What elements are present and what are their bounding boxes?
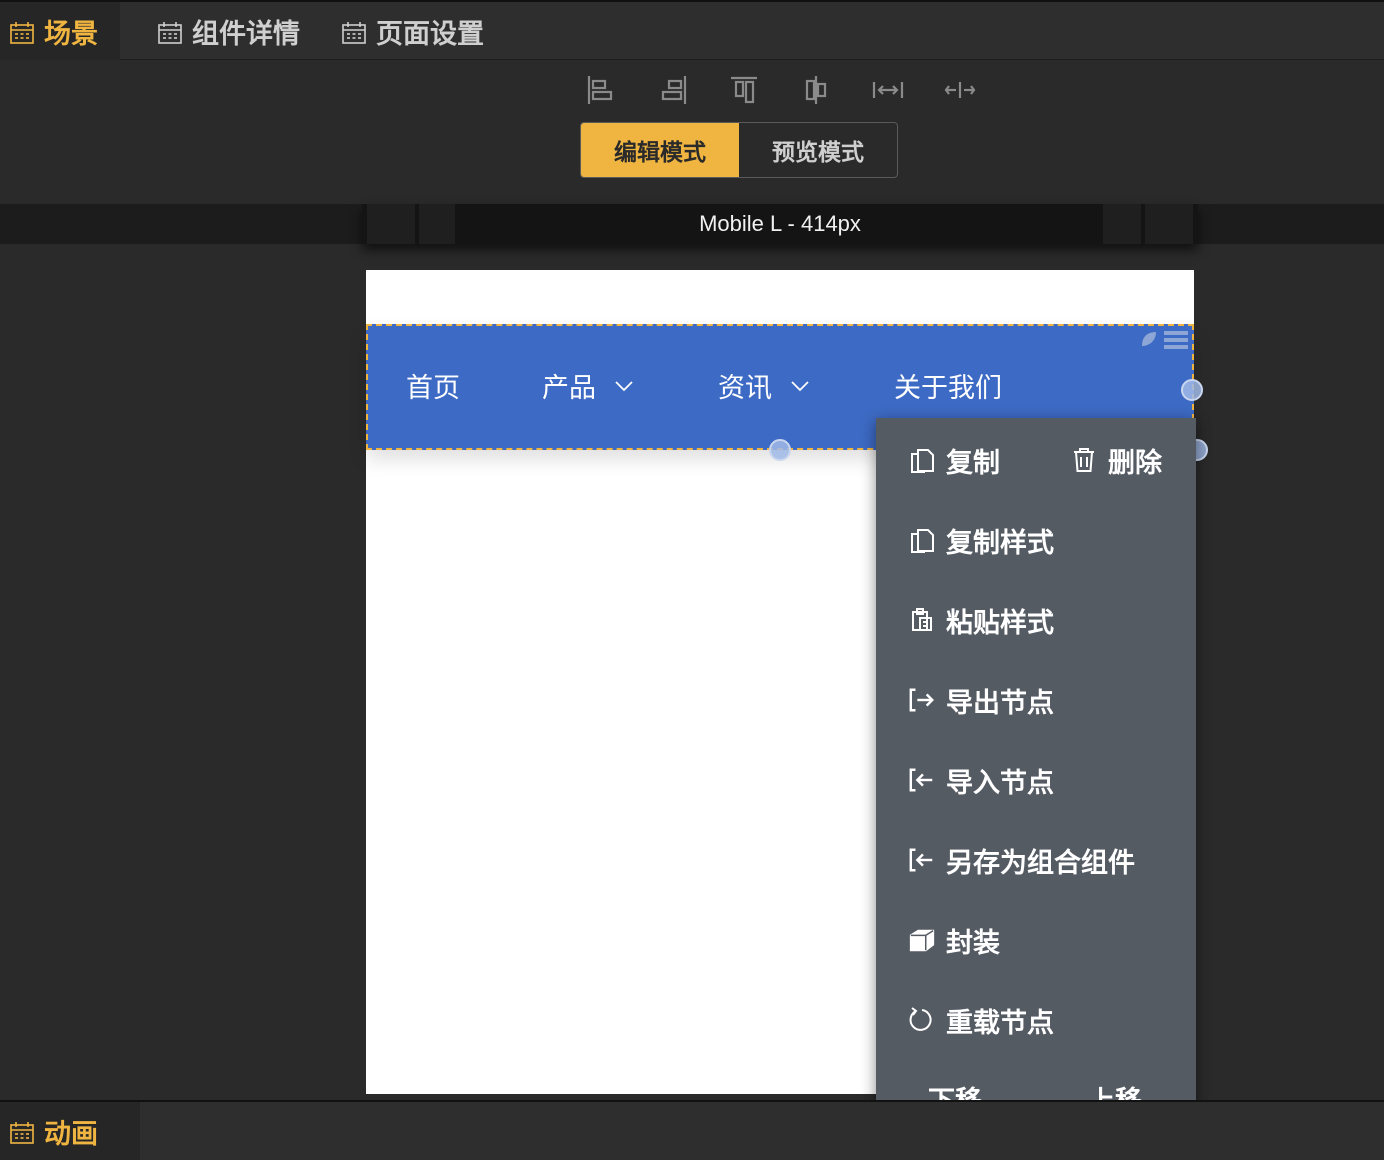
paste-icon	[912, 608, 932, 631]
import-icon	[909, 768, 933, 792]
align-right-icon	[661, 76, 687, 104]
edit-mode-button[interactable]: 编辑模式	[581, 123, 739, 177]
cube-icon	[909, 929, 935, 952]
copy-style-menu-item[interactable]: 复制样式	[908, 520, 1054, 560]
align-right-button[interactable]	[656, 72, 692, 108]
align-top-button[interactable]	[726, 72, 762, 108]
calendar-icon	[342, 20, 366, 44]
component-tools	[1140, 330, 1188, 350]
chevron-down-icon	[615, 380, 633, 391]
calendar-icon	[158, 20, 182, 44]
export-node-menu-item[interactable]: 导出节点	[908, 680, 1054, 720]
calendar-icon	[10, 1120, 34, 1144]
reload-icon	[909, 1007, 932, 1031]
tab-scene[interactable]: 场景	[0, 2, 120, 60]
import-icon	[909, 848, 933, 872]
copy-icon	[911, 449, 934, 473]
calendar-icon	[10, 20, 34, 44]
align-vertical-center-icon	[805, 76, 827, 104]
nav-item-products[interactable]: 产品	[542, 366, 634, 405]
align-vertical-center-button[interactable]	[798, 72, 834, 108]
tab-page-settings-label: 页面设置	[376, 18, 484, 50]
tab-component-details[interactable]: 组件详情	[158, 2, 300, 60]
device-size-tablet[interactable]	[1100, 204, 1144, 244]
bottom-panel-bar: 动画	[0, 1100, 1384, 1160]
align-horizontal-center-icon	[944, 82, 976, 98]
mode-switch: 编辑模式 预览模式	[580, 122, 898, 178]
copy-menu-item[interactable]: 复制	[908, 440, 1000, 480]
nav-item-news[interactable]: 资讯	[718, 366, 810, 405]
nav-item-label: 首页	[406, 373, 460, 404]
distribute-horizontal-icon	[872, 82, 904, 98]
context-menu: 复制 删除 复制样式 粘贴样式 导出节点 导入节点 另存为组合组件 封装 重载节…	[876, 418, 1196, 1138]
reload-node-label: 重载节点	[946, 1007, 1054, 1039]
tab-component-details-label: 组件详情	[192, 18, 300, 50]
tab-page-settings[interactable]: 页面设置	[342, 2, 484, 60]
copy-style-label: 复制样式	[946, 527, 1054, 559]
distribute-horizontal-button[interactable]	[870, 72, 906, 108]
nav-item-label: 产品	[542, 373, 596, 404]
nav-item-home[interactable]: 首页	[406, 366, 460, 405]
resize-handle-bottom[interactable]	[769, 439, 791, 461]
import-node-label: 导入节点	[946, 767, 1054, 799]
align-top-icon	[731, 76, 757, 104]
top-tab-bar: 场景 组件详情 页面设置	[0, 0, 1384, 60]
trash-icon	[1074, 448, 1094, 472]
chevron-down-icon	[791, 380, 809, 391]
align-horizontal-center-button[interactable]	[942, 72, 978, 108]
device-size-mobile-s[interactable]	[364, 204, 418, 244]
import-node-menu-item[interactable]: 导入节点	[908, 760, 1054, 800]
export-node-label: 导出节点	[946, 687, 1054, 719]
paste-style-label: 粘贴样式	[946, 607, 1054, 639]
resize-handle-right[interactable]	[1181, 379, 1203, 401]
tab-animation-label: 动画	[44, 1118, 98, 1150]
leaf-icon[interactable]	[1140, 330, 1158, 348]
preview-mode-button[interactable]: 预览模式	[739, 123, 897, 177]
align-left-button[interactable]	[582, 72, 618, 108]
wrap-menu-item[interactable]: 封装	[908, 920, 1000, 960]
tab-scene-label: 场景	[44, 18, 98, 50]
nav-item-label: 关于我们	[894, 373, 1002, 404]
align-left-icon	[587, 76, 613, 104]
device-size-laptop[interactable]	[1142, 204, 1196, 244]
device-size-mobile-m[interactable]	[416, 204, 458, 244]
list-icon[interactable]	[1164, 330, 1188, 350]
wrap-label: 封装	[946, 927, 1000, 959]
save-as-group-menu-item[interactable]: 另存为组合组件	[908, 840, 1135, 880]
delete-menu-item[interactable]: 删除	[1070, 440, 1162, 480]
reload-node-menu-item[interactable]: 重载节点	[908, 1000, 1054, 1040]
copy-icon	[911, 529, 934, 553]
device-size-label[interactable]: Mobile L - 414px	[460, 204, 1100, 244]
nav-item-label: 资讯	[718, 373, 772, 404]
save-as-group-label: 另存为组合组件	[946, 847, 1135, 879]
copy-label: 复制	[946, 447, 1000, 479]
paste-style-menu-item[interactable]: 粘贴样式	[908, 600, 1054, 640]
delete-label: 删除	[1108, 447, 1162, 479]
tab-animation[interactable]: 动画	[0, 1102, 140, 1160]
nav-item-about[interactable]: 关于我们	[894, 366, 1002, 405]
editor-toolbar: 编辑模式 预览模式	[0, 60, 1384, 205]
export-icon	[909, 688, 934, 712]
